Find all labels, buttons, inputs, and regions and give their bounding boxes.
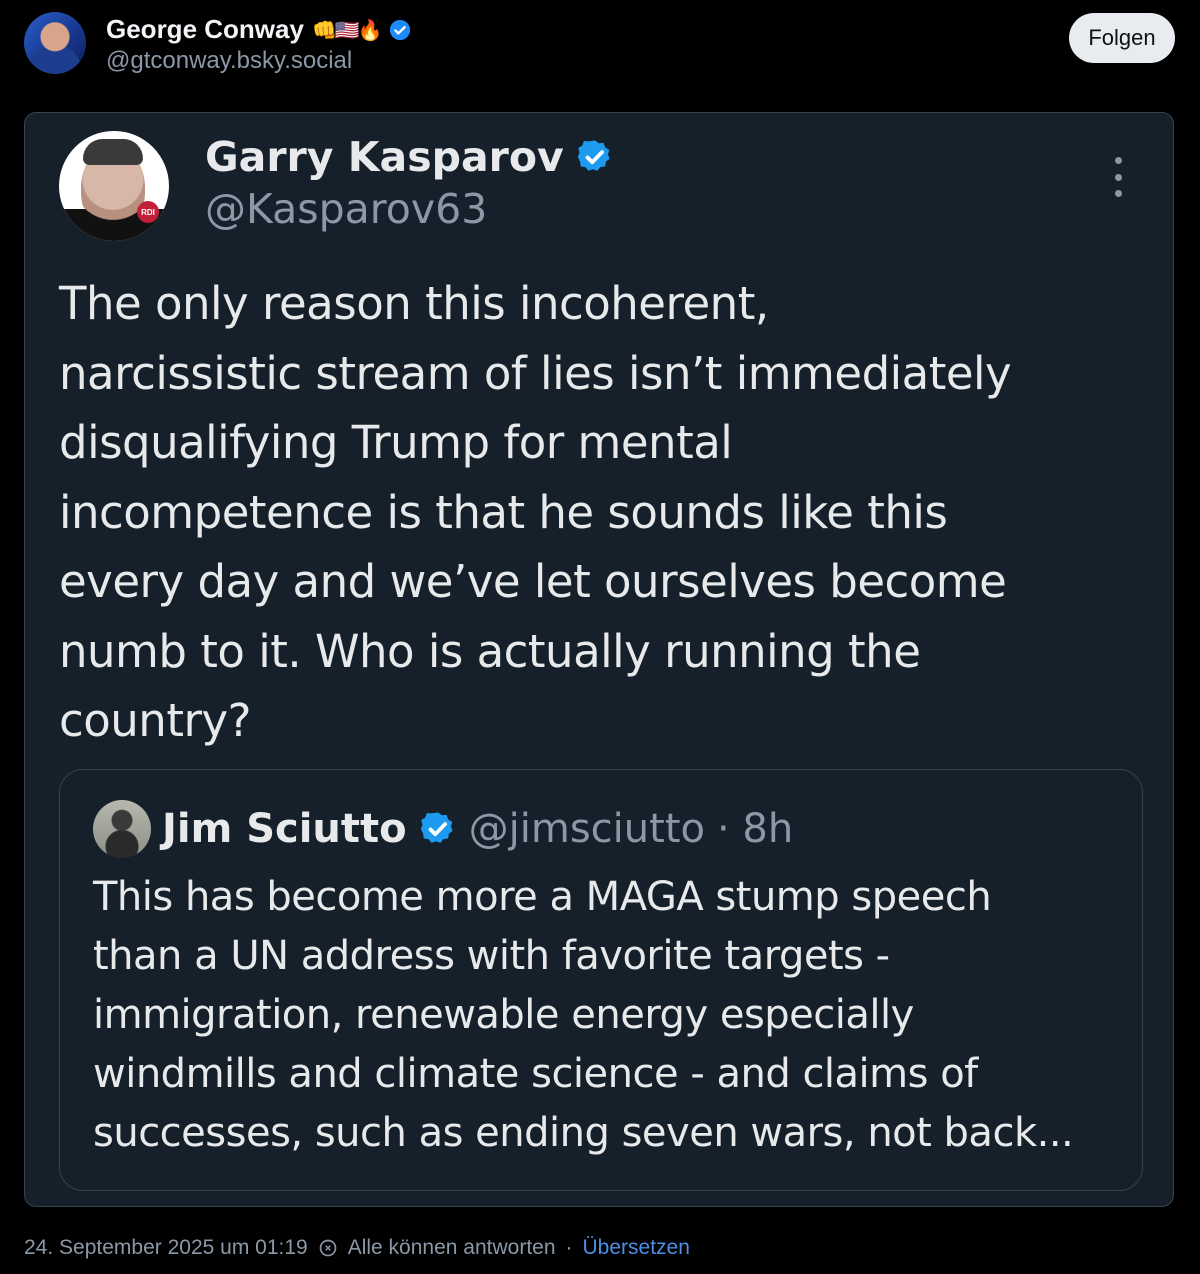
quoted-author-handle: @Kasparov63	[205, 185, 488, 233]
quoted-author-name: Garry Kasparov	[205, 133, 564, 181]
avatar-badge: RDI	[137, 201, 159, 223]
post-timestamp[interactable]: 24. September 2025 um 01:19	[24, 1236, 308, 1260]
quoted-author-name-row: Garry Kasparov	[205, 133, 614, 181]
verified-badge-icon	[420, 812, 453, 843]
author-name[interactable]: George Conway	[106, 14, 304, 45]
author-avatar[interactable]	[24, 12, 86, 74]
quoted-author-avatar: RDI	[59, 131, 169, 241]
quoted-tweet: Jim Sciutto @jimsciutto · 8h This has be…	[59, 769, 1143, 1191]
more-options-icon	[1111, 157, 1125, 197]
post-footer: 24. September 2025 um 01:19 Alle können …	[24, 1236, 690, 1260]
quote-text: This has become more a MAGA stump speech…	[93, 874, 1074, 1156]
quote-time: · 8h	[716, 806, 794, 852]
verified-badge-icon	[577, 140, 610, 171]
quote-author-name: Jim Sciutto	[162, 806, 407, 852]
verified-badge-icon	[389, 19, 410, 40]
footer-separator: ·	[565, 1236, 573, 1259]
author-name-row: George Conway 👊🇺🇸🔥	[106, 14, 411, 45]
quote-author-handle: @jimsciutto	[468, 806, 705, 852]
reply-setting[interactable]: Alle können antworten	[348, 1236, 556, 1260]
translate-link[interactable]: Übersetzen	[583, 1236, 690, 1260]
tweet-text: The only reason this incoherent, narciss…	[59, 277, 1012, 747]
embedded-image[interactable]: RDI Garry Kasparov @Kasparov63 The only …	[24, 112, 1174, 1207]
quote-author-avatar	[93, 800, 151, 858]
reply-settings-icon	[319, 1239, 337, 1257]
follow-button[interactable]: Folgen	[1069, 13, 1175, 63]
author-handle[interactable]: @gtconway.bsky.social	[106, 47, 352, 75]
author-name-emojis: 👊🇺🇸🔥	[311, 17, 383, 42]
quote-header: Jim Sciutto @jimsciutto · 8h	[162, 800, 793, 858]
